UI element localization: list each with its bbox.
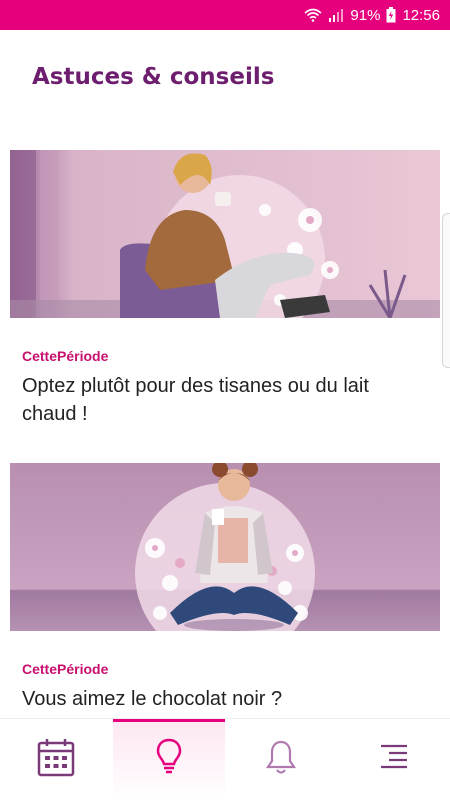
tip-card[interactable]: CettePériode Vous aimez le chocolat noir… [10,463,440,713]
status-time: 12:56 [402,6,440,24]
tip-category: CettePériode [22,661,109,677]
scrollbar-handle[interactable] [442,213,450,368]
lightbulb-icon [156,738,182,781]
nav-calendar[interactable] [0,719,113,800]
tip-image [10,463,440,631]
battery-level: 91% [350,6,381,24]
bottom-nav [0,718,450,800]
tips-feed[interactable]: CettePériode Optez plutôt pour des tisan… [0,150,450,720]
bell-icon [266,739,297,780]
tip-category: CettePériode [22,348,109,364]
tip-image [10,150,440,318]
signal-icon [328,8,344,22]
menu-icon [379,742,409,777]
page-title: Astuces & conseils [32,64,275,90]
calendar-icon [37,737,75,782]
tip-title: Optez plutôt pour des tisanes ou du lait… [22,375,369,425]
wifi-icon [304,8,322,22]
status-bar: 91% 12:56 [0,0,450,30]
battery-icon [386,7,396,23]
nav-tips[interactable] [112,719,225,800]
nav-menu[interactable] [338,719,450,800]
tip-title: Vous aimez le chocolat noir ? [22,688,283,710]
nav-notifications[interactable] [225,719,338,800]
tip-card[interactable]: CettePériode Optez plutôt pour des tisan… [10,150,440,428]
